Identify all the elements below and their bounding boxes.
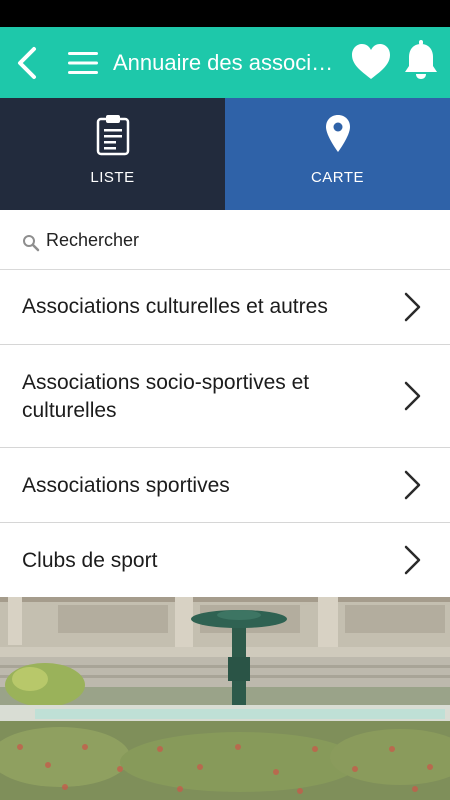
chevron-right-icon: [404, 470, 421, 500]
bell-icon: [405, 40, 437, 79]
status-bar: [0, 0, 450, 27]
fountain-garden-image: [0, 597, 450, 800]
list-item-label: Associations culturelles et autres: [22, 295, 328, 318]
list-item[interactable]: Clubs de sport: [0, 523, 450, 598]
search-icon: [23, 235, 40, 252]
heart-icon: [352, 44, 390, 79]
chevron-right-icon: [404, 292, 421, 322]
list-item-label: Associations sportives: [22, 474, 230, 497]
background-photo: [0, 597, 450, 800]
chevron-left-icon: [18, 47, 36, 79]
list-item[interactable]: Associations socio-sportives et culturel…: [0, 345, 450, 448]
map-pin-icon: [325, 115, 350, 152]
search-bar: [0, 210, 450, 270]
search-input[interactable]: [46, 226, 426, 254]
hamburger-menu-icon: [68, 52, 98, 74]
favorite-button[interactable]: [350, 43, 392, 81]
menu-button[interactable]: [66, 49, 100, 77]
clipboard-list-icon: [96, 115, 129, 156]
list-item[interactable]: Associations culturelles et autres: [0, 270, 450, 345]
page-title: Annuaire des associations: [113, 50, 343, 75]
list-item-label: Associations socio-sportives et culturel…: [22, 371, 310, 422]
view-tabs: LISTE CARTE: [0, 98, 450, 210]
tab-carte-label: CARTE: [310, 169, 365, 186]
list-item[interactable]: Associations sportives: [0, 448, 450, 523]
chevron-right-icon: [404, 381, 421, 411]
tab-liste[interactable]: LISTE: [0, 98, 225, 210]
notifications-button[interactable]: [403, 39, 439, 81]
category-list: Associations culturelles et autres Assoc…: [0, 270, 450, 598]
tab-carte[interactable]: CARTE: [225, 98, 450, 210]
list-item-label: Clubs de sport: [22, 549, 158, 572]
back-button[interactable]: [12, 45, 44, 81]
app-header: Annuaire des associations: [0, 27, 450, 98]
chevron-right-icon: [404, 545, 421, 575]
tab-liste-label: LISTE: [90, 169, 135, 186]
